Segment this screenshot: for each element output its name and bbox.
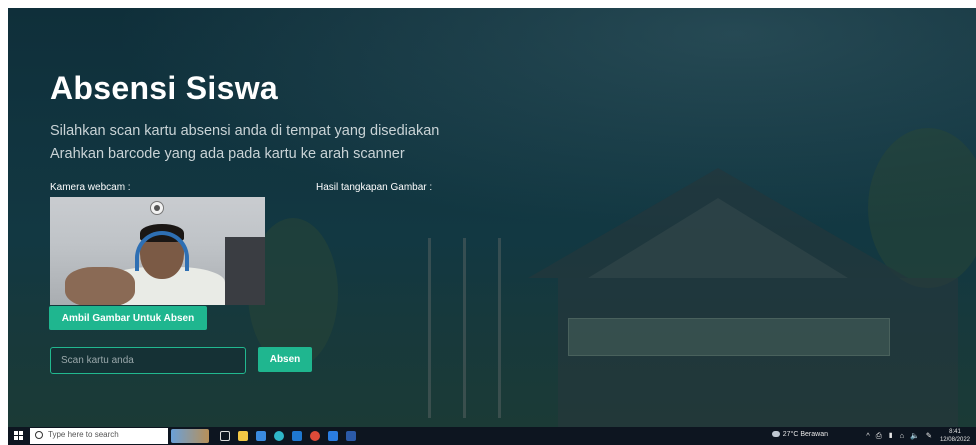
background-banner (568, 318, 890, 356)
app-icon[interactable] (328, 431, 338, 441)
webcam-label: Kamera webcam : (50, 182, 131, 193)
search-icon (35, 431, 43, 439)
store-icon[interactable] (256, 431, 266, 441)
system-tray-icons[interactable]: ^ ⎙ ▮ ⌂ 🔈 ✎ (866, 431, 934, 441)
task-view-icon[interactable] (220, 431, 230, 441)
background-pole (463, 238, 466, 418)
page-title: Absensi Siswa (50, 70, 278, 106)
edge-icon[interactable] (274, 431, 284, 441)
background-pole (498, 238, 501, 418)
taskbar-clock[interactable]: 8:41 12/08/2022 (940, 428, 970, 444)
instruction-line-2: Arahkan barcode yang ada pada kartu ke a… (50, 146, 405, 162)
camera-switch-icon[interactable] (150, 201, 164, 215)
scan-card-input[interactable] (50, 347, 246, 374)
background-roof (528, 168, 908, 278)
taskbar-search-box[interactable]: Type here to search (30, 428, 168, 444)
news-widget-icon[interactable] (171, 429, 209, 443)
taskbar-search-placeholder: Type here to search (48, 430, 119, 439)
absen-submit-button[interactable]: Absen (258, 347, 312, 372)
windows-start-icon[interactable] (14, 431, 24, 441)
clock-date: 12/08/2022 (939, 437, 970, 443)
mail-icon[interactable] (292, 431, 302, 441)
file-explorer-icon[interactable] (238, 431, 248, 441)
capture-image-button[interactable]: Ambil Gambar Untuk Absen (49, 306, 207, 330)
webcam-preview (50, 197, 265, 305)
clock-time: 8:41 (949, 429, 961, 435)
instruction-line-1: Silahkan scan kartu absensi anda di temp… (50, 123, 440, 139)
weather-text: 27°C Berawan (782, 431, 828, 438)
word-icon[interactable] (346, 431, 356, 441)
webcam-background-object (225, 237, 265, 305)
cloud-icon (771, 431, 780, 438)
attendance-page: Absensi Siswa Silahkan scan kartu absens… (8, 8, 976, 427)
windows-taskbar: Type here to search 27°C Berawan ^ ⎙ ▮ ⌂… (8, 427, 976, 445)
background-pole (428, 238, 431, 418)
screen-bezel-top (0, 0, 976, 8)
taskbar-weather[interactable]: 27°C Berawan (771, 431, 828, 438)
webcam-person (65, 224, 225, 305)
screen-bezel-left (0, 0, 8, 445)
chrome-icon[interactable] (310, 431, 320, 441)
capture-result-label: Hasil tangkapan Gambar : (316, 182, 433, 193)
